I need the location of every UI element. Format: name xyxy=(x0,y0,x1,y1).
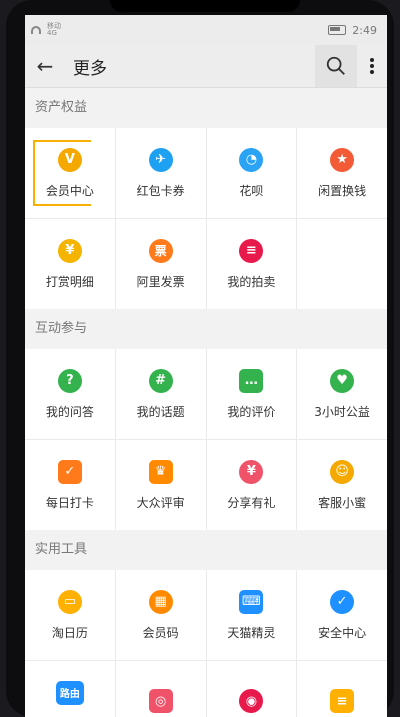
auction-icon: ≡ xyxy=(239,238,264,263)
qa-icon: ? xyxy=(57,368,82,393)
status-left: 移动 4G xyxy=(31,23,61,37)
status-bar: 移动 4G 2:49 xyxy=(25,15,387,45)
grid-assets: V 会员中心 ✈ 红包卡券 ◔ 花呗 ★ 闲置换钱 ¥ 打赏明细 票 阿里发票 … xyxy=(25,128,387,309)
public-review-icon: ♛ xyxy=(148,459,173,484)
status-right: 2:49 xyxy=(328,24,377,37)
notes-icon: ≡ xyxy=(330,689,355,713)
section-title-interaction: 互动参与 xyxy=(35,321,88,336)
section-interaction: 互动参与 ? 我的问答 # 我的话题 … 我的评价 ♥ 3小时公益 ✓ 每日打卡… xyxy=(25,309,387,530)
grid-item-tmall-genie[interactable]: ⌨ 天猫精灵 xyxy=(206,570,297,660)
grid-item-security-center[interactable]: ✓ 安全中心 xyxy=(297,570,387,660)
grid-item-label: 每日打卡 xyxy=(45,495,94,510)
grid-item-label: 闲置换钱 xyxy=(318,183,367,198)
grid-item-label: 我的评价 xyxy=(227,404,276,419)
grid-item-label: 3小时公益 xyxy=(314,404,370,419)
wifi-icon xyxy=(31,26,41,34)
huabei-icon: ◔ xyxy=(239,147,264,172)
top-app-bar: ← 更多 xyxy=(25,45,387,88)
grid-tools: ▭ 淘日历 ▦ 会员码 ⌨ 天猫精灵 ✓ 安全中心 路由 路由 xyxy=(25,570,387,717)
selection-highlight xyxy=(33,140,91,206)
grid-item-label: 打赏明细 xyxy=(45,274,94,289)
grid-item-public-review[interactable]: ♛ 大众评审 xyxy=(115,440,206,530)
grid-interaction: ? 我的问答 # 我的话题 … 我的评价 ♥ 3小时公益 ✓ 每日打卡 ♛ 大众… xyxy=(25,349,387,530)
grid-item-huabei[interactable]: ◔ 花呗 xyxy=(206,128,297,218)
grid-item-auction[interactable]: ≡ 我的拍卖 xyxy=(206,219,297,309)
idle-exchange-icon: ★ xyxy=(330,147,355,172)
router-icon: 路由 xyxy=(55,680,84,705)
share-gift-icon: ¥ xyxy=(239,459,264,484)
grid-item-invoice[interactable]: 票 阿里发票 xyxy=(115,219,206,309)
grid-item-notes[interactable]: ≡ xyxy=(297,661,387,717)
more-vertical-icon xyxy=(370,58,374,74)
grid-item-label: 安全中心 xyxy=(318,625,367,640)
more-menu-button[interactable] xyxy=(357,45,387,87)
calendar-icon: ▭ xyxy=(57,589,82,614)
tmall-genie-icon: ⌨ xyxy=(239,589,264,614)
carrier-bottom: 4G xyxy=(47,29,57,37)
grid-item-review[interactable]: … 我的评价 xyxy=(206,349,297,439)
customer-service-icon: ☺ xyxy=(330,459,355,484)
grid-empty-cell xyxy=(297,219,387,309)
grid-item-reward-detail[interactable]: ¥ 打赏明细 xyxy=(25,219,115,309)
grid-item-label: 花呗 xyxy=(239,183,264,198)
grid-item-label: 淘日历 xyxy=(51,625,88,640)
back-arrow-icon: ← xyxy=(36,54,54,78)
review-icon: … xyxy=(239,368,264,393)
section-assets: 资产权益 V 会员中心 ✈ 红包卡券 ◔ 花呗 ★ 闲置换钱 ¥ 打赏明细 票 … xyxy=(25,88,387,309)
grid-item-label: 天猫精灵 xyxy=(227,625,276,640)
topic-icon: # xyxy=(148,368,173,393)
grid-item-label: 我的话题 xyxy=(136,404,185,419)
grid-item-customer-service[interactable]: ☺ 客服小蜜 xyxy=(297,440,387,530)
camera-notch xyxy=(110,0,300,12)
grid-item-label: 我的拍卖 xyxy=(227,274,276,289)
grid-item-topic[interactable]: # 我的话题 xyxy=(115,349,206,439)
app-screen: 移动 4G 2:49 ← 更多 资产权益 V 会员中心 ✈ 红包卡券 ◔ 花呗 … xyxy=(25,15,387,717)
section-title-assets: 资产权益 xyxy=(35,100,88,115)
checkin-icon: ✓ xyxy=(57,459,82,484)
coupon-icon: ✈ xyxy=(148,147,173,172)
camera-icon: ◎ xyxy=(148,689,173,713)
grid-item-label: 客服小蜜 xyxy=(318,495,367,510)
grid-item-label: 阿里发票 xyxy=(136,274,185,289)
reward-detail-icon: ¥ xyxy=(57,238,82,263)
grid-item-charity[interactable]: ♥ 3小时公益 xyxy=(297,349,387,439)
invoice-icon: 票 xyxy=(148,238,173,263)
grid-item-checkin[interactable]: ✓ 每日打卡 xyxy=(25,440,115,530)
grid-item-qa[interactable]: ? 我的问答 xyxy=(25,349,115,439)
grid-item-calendar[interactable]: ▭ 淘日历 xyxy=(25,570,115,660)
page-title: 更多 xyxy=(73,58,107,79)
charity-icon: ♥ xyxy=(330,368,355,393)
carrier-block: 移动 4G xyxy=(47,23,61,37)
member-code-icon: ▦ xyxy=(148,589,173,614)
grid-item-label: 会员码 xyxy=(142,625,179,640)
grid-item-idle-exchange[interactable]: ★ 闲置换钱 xyxy=(297,128,387,218)
status-time: 2:49 xyxy=(352,23,377,37)
eye-icon: ◉ xyxy=(239,689,264,713)
grid-item-eye[interactable]: ◉ xyxy=(206,661,297,717)
grid-item-label: 红包卡券 xyxy=(136,183,185,198)
grid-item-camera[interactable]: ◎ xyxy=(115,661,206,717)
grid-item-label: 大众评审 xyxy=(136,495,185,510)
grid-item-member-code[interactable]: ▦ 会员码 xyxy=(115,570,206,660)
back-button[interactable]: ← xyxy=(25,45,65,87)
grid-item-router[interactable]: 路由 路由 xyxy=(25,661,115,717)
grid-item-coupons[interactable]: ✈ 红包卡券 xyxy=(115,128,206,218)
battery-icon xyxy=(328,25,347,35)
phone-frame: 移动 4G 2:49 ← 更多 资产权益 V 会员中心 ✈ 红包卡券 ◔ 花呗 … xyxy=(6,0,394,717)
grid-item-share-gift[interactable]: ¥ 分享有礼 xyxy=(206,440,297,530)
search-icon xyxy=(326,56,345,75)
grid-item-member-center[interactable]: V 会员中心 xyxy=(25,128,115,218)
grid-item-label: 分享有礼 xyxy=(227,495,276,510)
section-title-tools: 实用工具 xyxy=(35,542,88,557)
security-icon: ✓ xyxy=(330,589,355,614)
grid-item-label: 我的问答 xyxy=(45,404,94,419)
section-tools: 实用工具 ▭ 淘日历 ▦ 会员码 ⌨ 天猫精灵 ✓ 安全中心 路由 ◎ ◉ ≡ xyxy=(25,530,387,717)
search-button[interactable] xyxy=(315,45,357,87)
